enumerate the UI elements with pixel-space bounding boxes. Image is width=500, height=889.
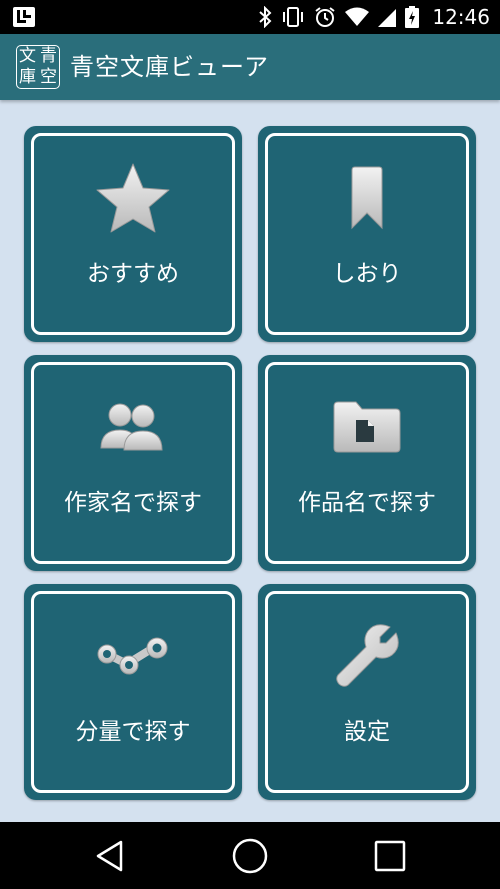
- tile-frame: [31, 591, 235, 793]
- tile-frame: [31, 362, 235, 564]
- search-author-tile[interactable]: 作家名で探す: [24, 355, 242, 571]
- settings-tile[interactable]: 設定: [258, 584, 476, 800]
- vibrate-icon: [283, 7, 304, 27]
- tile-frame: [265, 133, 469, 335]
- recents-icon: [374, 840, 406, 871]
- logo-char: 空: [40, 67, 57, 87]
- bookmarks-tile[interactable]: しおり: [258, 126, 476, 342]
- tile-label: 分量で探す: [75, 719, 191, 745]
- alarm-icon: [315, 7, 335, 27]
- app-title: 青空文庫ビューア: [70, 53, 270, 81]
- folder-icon: [333, 401, 401, 453]
- logo-char: 文: [19, 46, 36, 66]
- people-icon: [100, 403, 163, 451]
- home-icon: [232, 838, 268, 873]
- bluetooth-icon: [259, 6, 272, 28]
- status-time: 12:46: [432, 5, 490, 29]
- chain-icon: [97, 637, 168, 675]
- recommend-tile[interactable]: おすすめ: [24, 126, 242, 342]
- home-button[interactable]: [210, 822, 290, 889]
- tile-label: 作品名で探す: [298, 490, 436, 516]
- logo-char: 庫: [19, 67, 36, 87]
- navigation-bar: [0, 822, 500, 889]
- signal-icon: [378, 9, 397, 27]
- bookmark-icon: [351, 166, 383, 230]
- search-title-tile[interactable]: 作品名で探す: [258, 355, 476, 571]
- search-length-tile[interactable]: 分量で探す: [24, 584, 242, 800]
- star-icon: [96, 163, 170, 233]
- launcher-icon: [13, 7, 35, 27]
- status-bar: 12:46: [0, 0, 500, 34]
- wifi-icon: [345, 7, 370, 26]
- wrench-icon: [336, 624, 399, 687]
- tile-label: 作家名で探す: [64, 490, 202, 516]
- recents-button[interactable]: [350, 822, 430, 889]
- logo-char: 青: [40, 46, 57, 66]
- battery-charging-icon: [405, 6, 420, 28]
- back-button[interactable]: [70, 822, 150, 889]
- tile-label: 設定: [344, 719, 390, 745]
- back-icon: [96, 840, 123, 871]
- status-icons: 12:46: [258, 0, 490, 34]
- tile-label: おすすめ: [87, 261, 179, 287]
- app-bar: 文 青 庫 空 青空文庫ビューア: [0, 34, 500, 100]
- tile-frame: [265, 591, 469, 793]
- tile-label: しおり: [332, 261, 402, 287]
- app-logo: 文 青 庫 空: [16, 45, 60, 89]
- tile-frame: [265, 362, 469, 564]
